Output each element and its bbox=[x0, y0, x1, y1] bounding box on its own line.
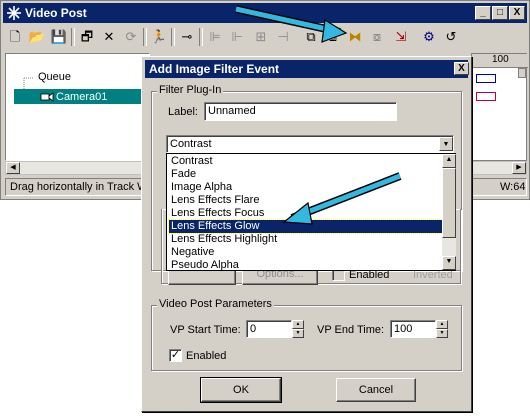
annotation-arrows bbox=[235, 5, 402, 225]
arrow-to-filter-button-icon bbox=[235, 5, 348, 43]
arrow-to-lens-effects-glow-icon bbox=[282, 172, 402, 225]
